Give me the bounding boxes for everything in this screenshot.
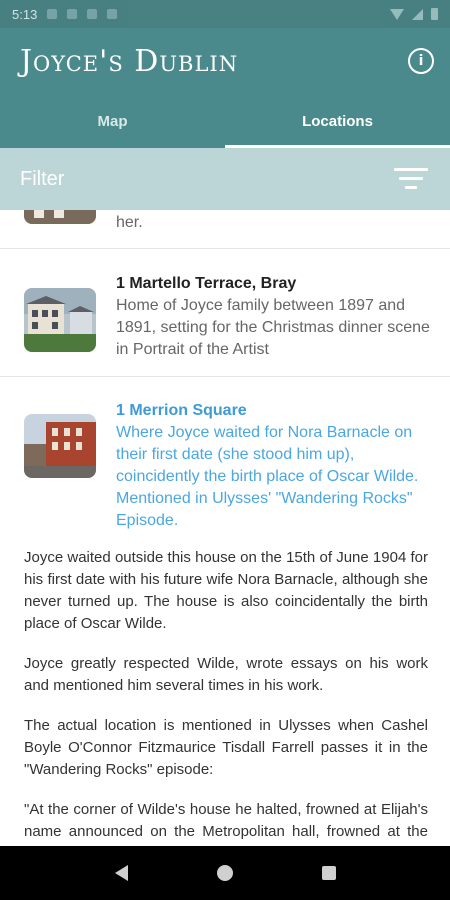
battery-icon [431, 8, 438, 20]
list-item-selected[interactable]: 1 Merrion Square Where Joyce waited for … [0, 376, 450, 529]
tab-map[interactable]: Map [0, 94, 225, 148]
info-icon[interactable]: i [408, 48, 434, 74]
detail-paragraph: Joyce greatly respected Wilde, wrote ess… [24, 655, 428, 694]
location-thumbnail [24, 414, 96, 478]
filter-bar[interactable]: Filter [0, 148, 450, 210]
notification-icon [67, 9, 78, 19]
location-description: Where Joyce waited for Nora Barnacle on … [116, 424, 419, 529]
app-title: Joyce's Dublin [20, 43, 239, 79]
location-detail: Joyce waited outside this house on the 1… [24, 547, 428, 846]
notification-icon [47, 9, 58, 19]
back-icon[interactable] [114, 865, 128, 881]
list-item[interactable]: 1 Martello Terrace, Bray Home of Joyce f… [0, 248, 450, 377]
status-left: 5:13 [12, 6, 118, 22]
home-icon[interactable] [216, 865, 233, 881]
status-bar: 5:13 [0, 0, 450, 28]
tab-locations[interactable]: Locations [225, 94, 450, 148]
signal-icon [412, 8, 423, 20]
detail-paragraph: The actual location is mentioned in Ulys… [24, 717, 428, 778]
system-nav-bar [0, 846, 450, 900]
status-right [390, 8, 438, 20]
filter-icon[interactable] [394, 168, 428, 190]
location-description: her. [116, 214, 143, 231]
location-title: 1 Martello Terrace, Bray [116, 275, 297, 292]
location-title: 1 Merrion Square [116, 402, 247, 419]
notification-icon [107, 9, 118, 19]
notification-icon [87, 9, 98, 19]
list-item[interactable]: her. [0, 210, 450, 249]
locations-list[interactable]: her. 1 Martello Terrace, Bray Home of Jo… [0, 210, 450, 846]
app-bar: Joyce's Dublin i [0, 28, 450, 94]
detail-paragraph: Joyce waited outside this house on the 1… [24, 549, 428, 632]
recents-icon[interactable] [321, 866, 336, 880]
wifi-icon [390, 8, 404, 20]
location-thumbnail [24, 288, 96, 352]
location-description: Home of Joyce family between 1897 and 18… [116, 297, 430, 358]
location-thumbnail [24, 210, 96, 224]
detail-quote: "At the corner of Wilde's house he halte… [24, 801, 428, 846]
status-time: 5:13 [12, 6, 38, 22]
tab-bar: Map Locations [0, 94, 450, 148]
filter-label: Filter [20, 167, 65, 190]
